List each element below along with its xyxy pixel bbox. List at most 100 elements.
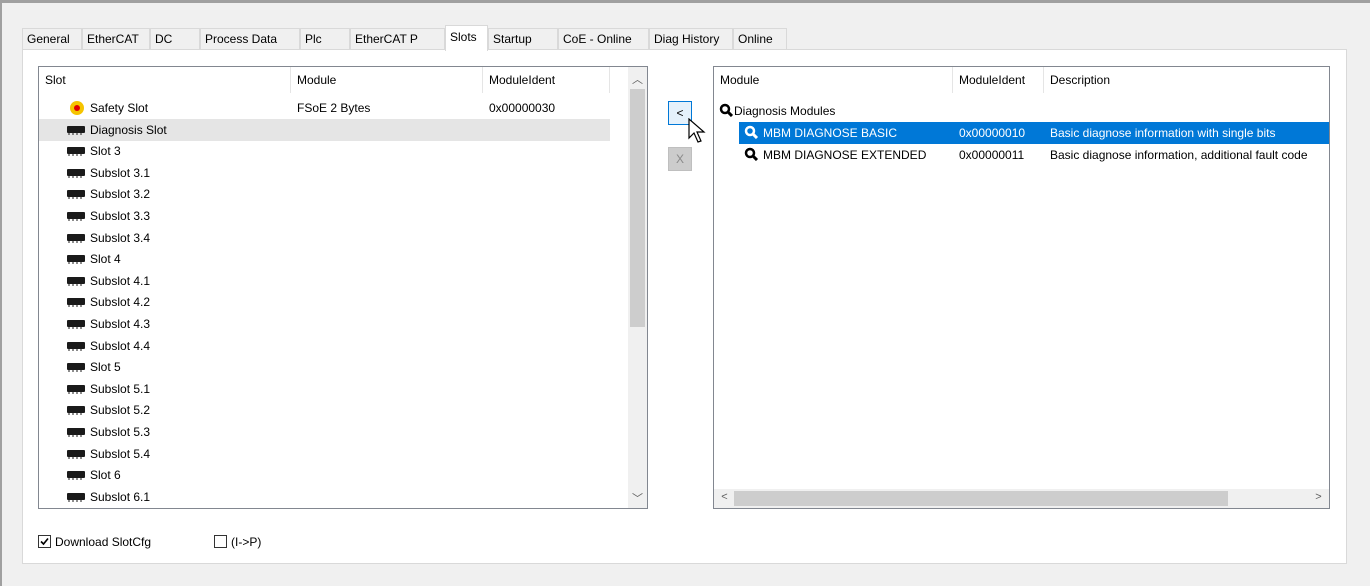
slot-name: Subslot 5.4	[90, 446, 151, 461]
slot-list[interactable]: Slot Module ModuleIdent Safety Slot FSoE …	[38, 66, 648, 509]
checkbox-box[interactable]	[214, 535, 227, 548]
slot-row[interactable]: Subslot 3.3	[39, 205, 610, 227]
slot-row[interactable]: Subslot 5.2	[39, 399, 610, 421]
slot-name: Slot 6	[90, 468, 121, 483]
module-icon	[67, 190, 85, 200]
tab-general[interactable]: General	[22, 28, 82, 50]
scroll-left-arrow-icon[interactable]: <	[716, 491, 733, 503]
slots-tab-panel: Slot Module ModuleIdent Safety Slot FSoE …	[22, 49, 1347, 564]
tab-diag-history[interactable]: Diag History	[649, 28, 733, 50]
module-icon	[67, 471, 85, 481]
slot-name: Subslot 3.1	[90, 165, 151, 180]
slot-name: Subslot 5.1	[90, 381, 151, 396]
slot-name: Subslot 4.3	[90, 317, 151, 331]
scroll-up-arrow-icon[interactable]: ︿	[629, 71, 646, 87]
column-header-module[interactable]: Module	[714, 67, 953, 93]
slot-row[interactable]: Subslot 4.2	[39, 291, 610, 313]
module-group-label: Diagnosis Modules	[734, 104, 836, 118]
slot-name: Subslot 6.1	[90, 489, 151, 504]
module-icon	[67, 384, 85, 394]
slot-name: Subslot 3.4	[90, 230, 151, 245]
module-list[interactable]: Module ModuleIdent Description Diagnosis…	[713, 66, 1330, 509]
slot-row[interactable]: Subslot 6.1	[39, 486, 610, 508]
module-ident: 0x00000010	[959, 126, 1026, 140]
slot-row[interactable]: Subslot 5.4	[39, 443, 610, 465]
window-left-border	[0, 0, 2, 586]
column-header-moduleident[interactable]: ModuleIdent	[953, 67, 1044, 93]
slot-row[interactable]: Subslot 4.4	[39, 335, 610, 357]
mouse-cursor-icon	[688, 118, 706, 143]
tab-process-data[interactable]: Process Data	[200, 28, 300, 50]
slot-row[interactable]: Slot 6	[39, 464, 610, 486]
module-icon	[67, 168, 85, 178]
column-header-description[interactable]: Description	[1044, 67, 1329, 93]
module-name: MBM DIAGNOSE BASIC	[763, 126, 898, 140]
tab-dc[interactable]: DC	[150, 28, 200, 50]
safety-icon	[70, 101, 84, 115]
search-icon	[744, 147, 759, 161]
slot-name: Slot 3	[90, 144, 121, 159]
slot-row[interactable]: Subslot 5.1	[39, 378, 610, 400]
tab-slots[interactable]: Slots	[445, 25, 488, 51]
module-icon	[67, 341, 85, 351]
slot-row[interactable]: Subslot 4.3	[39, 313, 610, 335]
checkbox-box[interactable]	[38, 535, 51, 548]
slot-name: Subslot 4.2	[90, 295, 151, 310]
slot-name: Subslot 5.2	[90, 403, 151, 418]
slot-name: Safety Slot	[90, 101, 149, 115]
module-icon	[67, 449, 85, 459]
scroll-thumb[interactable]	[630, 89, 645, 327]
tab-ethercat-p[interactable]: EtherCAT P	[350, 28, 445, 50]
scroll-right-arrow-icon[interactable]: >	[1310, 491, 1327, 503]
module-icon	[67, 147, 85, 157]
module-icon	[67, 406, 85, 416]
slot-row[interactable]: Subslot 3.1	[39, 162, 610, 184]
slot-list-header: Slot Module ModuleIdent	[39, 67, 647, 93]
slot-name: Subslot 4.1	[90, 273, 151, 288]
module-icon	[67, 492, 85, 502]
tab-startup[interactable]: Startup	[488, 28, 558, 50]
slot-row[interactable]: Slot 5	[39, 356, 610, 378]
slot-row[interactable]: Slot 3	[39, 140, 610, 162]
scroll-down-arrow-icon[interactable]: ﹀	[629, 490, 646, 506]
remove-module-button[interactable]: X	[668, 147, 692, 171]
module-ident: 0x00000011	[959, 148, 1025, 162]
slot-list-scrollbar[interactable]: ︿ ﹀	[628, 67, 647, 508]
slot-name: Subslot 4.4	[90, 338, 151, 353]
slot-row[interactable]: Subslot 3.4	[39, 227, 610, 249]
module-icon	[67, 428, 85, 437]
module-description: Basic diagnose information, additional f…	[1050, 148, 1308, 162]
module-name: MBM DIAGNOSE EXTENDED	[763, 148, 927, 162]
slot-row[interactable]: Diagnosis Slot	[39, 118, 610, 141]
hscroll-thumb[interactable]	[734, 491, 1228, 506]
slot-name: Subslot 3.2	[90, 187, 151, 202]
tab-ethercat[interactable]: EtherCAT	[82, 28, 150, 50]
module-row[interactable]: MBM DIAGNOSE EXTENDED 0x00000011 Basic d…	[714, 144, 1329, 166]
slot-row[interactable]: Subslot 4.1	[39, 270, 610, 292]
module-icon	[67, 276, 85, 286]
check-icon	[40, 537, 49, 546]
module-icon	[67, 320, 85, 329]
slot-row[interactable]: Slot 4	[39, 248, 610, 270]
module-group-row[interactable]: Diagnosis Modules	[714, 100, 1329, 122]
slot-row[interactable]: Subslot 3.2	[39, 183, 610, 205]
column-header-slot[interactable]: Slot	[39, 67, 291, 93]
search-icon	[719, 103, 733, 117]
tab-coe-online[interactable]: CoE - Online	[558, 28, 649, 50]
slot-name: Slot 4	[90, 252, 121, 267]
tab-plc[interactable]: Plc	[300, 28, 350, 50]
column-header-module[interactable]: Module	[291, 67, 483, 93]
column-header-moduleident[interactable]: ModuleIdent	[483, 67, 610, 93]
module-icon	[67, 298, 85, 308]
slot-name: Subslot 5.3	[90, 425, 151, 439]
slot-name: Subslot 3.3	[90, 209, 151, 223]
module-description: Basic diagnose information with single b…	[1050, 126, 1276, 140]
module-list-hscrollbar[interactable]: < >	[714, 489, 1329, 508]
module-list-header: Module ModuleIdent Description	[714, 67, 1329, 93]
slot-row[interactable]: Subslot 5.3	[39, 421, 610, 443]
module-row[interactable]: MBM DIAGNOSE BASIC 0x00000010 Basic diag…	[714, 122, 1329, 144]
slot-row[interactable]: Safety Slot FSoE 2 Bytes 0x00000030	[39, 97, 610, 119]
tab-online[interactable]: Online	[733, 28, 787, 50]
module-icon	[67, 255, 85, 265]
slot-module-ident: 0x00000030	[489, 101, 556, 115]
